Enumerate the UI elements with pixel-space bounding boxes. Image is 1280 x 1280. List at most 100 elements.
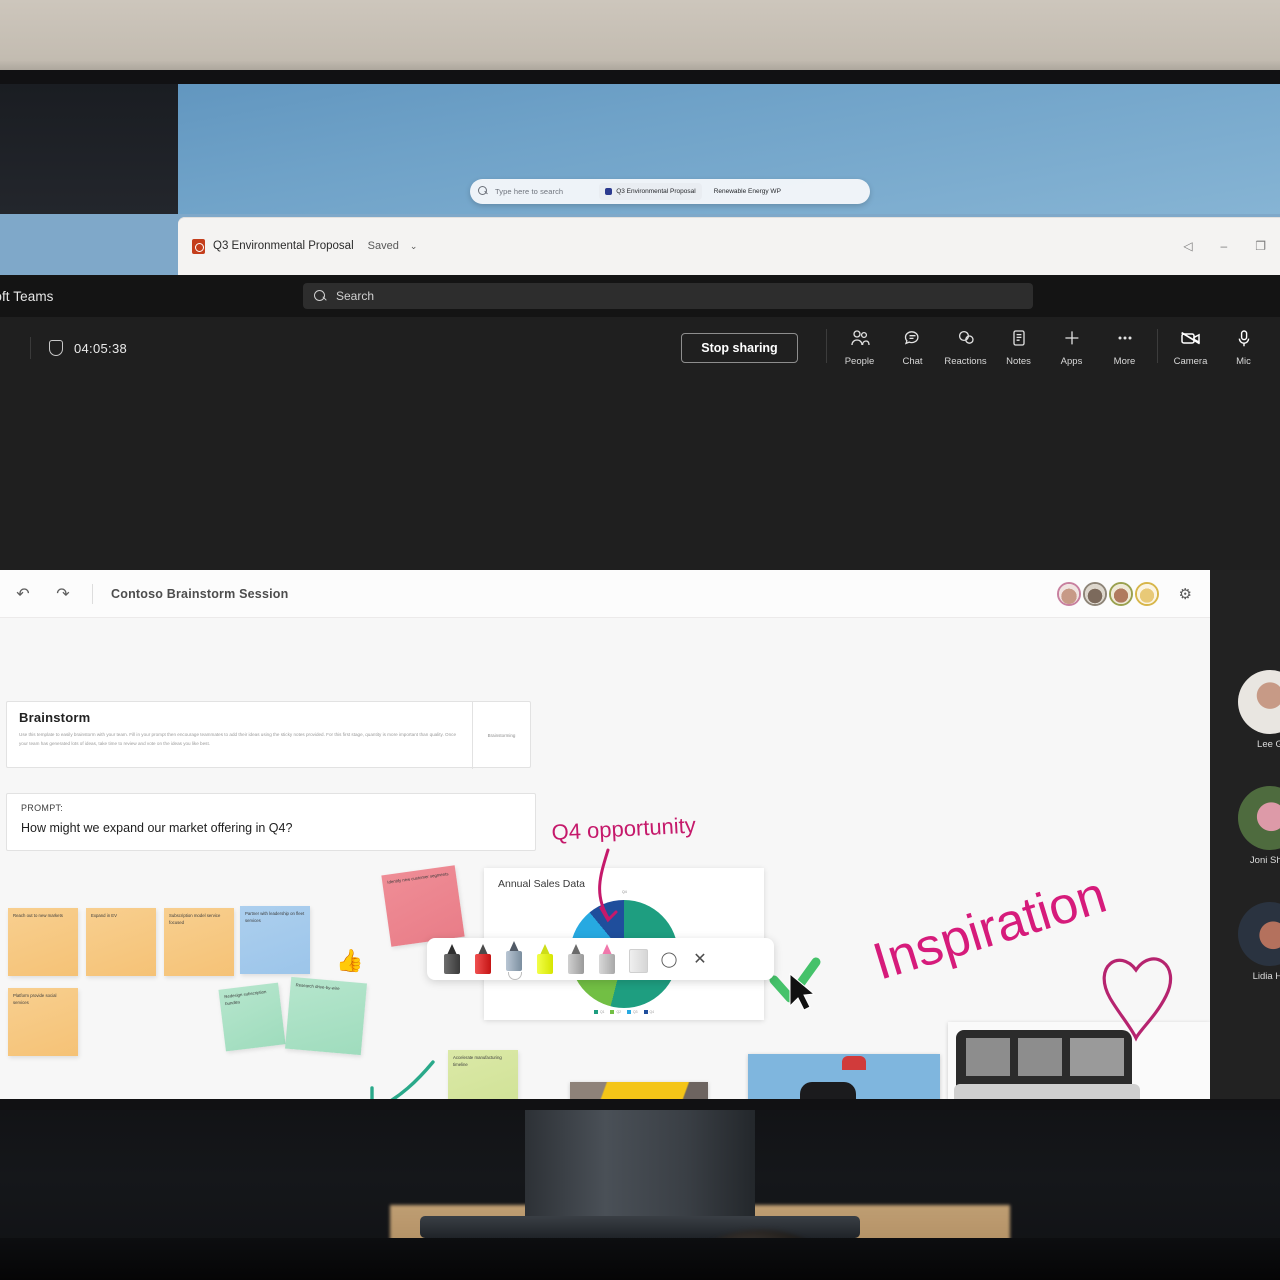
sticky-note[interactable]: Research drive-by-wire xyxy=(285,976,367,1056)
sticky-note[interactable]: Expand in EV xyxy=(86,908,156,976)
roster-name-0: Lee G xyxy=(1257,739,1280,750)
notes-button[interactable]: Notes xyxy=(992,325,1045,369)
legend-item: Q3 xyxy=(627,1010,638,1014)
desk-foreground xyxy=(0,1238,1280,1280)
avatar[interactable] xyxy=(1056,581,1081,606)
apps-button[interactable]: Apps xyxy=(1045,325,1098,369)
race-car-photo[interactable] xyxy=(748,1054,940,1099)
comments-icon[interactable]: ◁ xyxy=(1183,239,1192,253)
people-button[interactable]: People xyxy=(833,325,886,369)
camera-label: Camera xyxy=(1173,356,1208,367)
monitor-stand xyxy=(525,1110,755,1228)
mic-button[interactable]: Mic xyxy=(1217,325,1270,369)
close-toolbar-button[interactable]: ✕ xyxy=(687,949,713,969)
chat-label: Chat xyxy=(902,356,923,367)
highlighter-yellow[interactable] xyxy=(532,941,558,977)
tab-favicon-icon xyxy=(605,188,613,195)
legend-swatch xyxy=(643,1010,648,1014)
reactions-label: Reactions xyxy=(944,356,987,367)
minimize-icon[interactable]: – xyxy=(1221,239,1228,253)
thumbs-up-reaction: 👍 xyxy=(336,948,364,973)
sticky-note-text: Identify new customer segments xyxy=(386,871,449,885)
sticky-note-text: Expand in EV xyxy=(91,913,118,918)
camera-button[interactable]: Camera xyxy=(1164,325,1217,369)
roster-item-0[interactable]: Lee G xyxy=(1238,670,1280,750)
stop-sharing-button[interactable]: Stop sharing xyxy=(681,333,798,363)
legend-label: Q3 xyxy=(633,1010,638,1014)
undo-icon[interactable]: ↶ xyxy=(12,584,34,604)
roster-item-2[interactable]: Lidia Ho xyxy=(1238,902,1280,982)
pen-red[interactable] xyxy=(470,941,496,977)
more-label: More xyxy=(1113,356,1136,367)
windows-search-pill[interactable]: Type here to search Q3 Environmental Pro… xyxy=(470,179,870,204)
chevron-down-icon[interactable]: ⌄ xyxy=(410,241,418,252)
legend-item: Q4 xyxy=(643,1010,655,1014)
reactions-button[interactable]: Reactions xyxy=(939,325,992,369)
maximize-icon[interactable]: ❐ xyxy=(1255,239,1266,253)
chat-icon xyxy=(886,325,939,351)
eraser-tool[interactable] xyxy=(625,941,651,977)
office-window-titlebar: Q3 Environmental Proposal Saved ⌄ ◁ – ❐ xyxy=(178,217,1280,275)
green-check-mark xyxy=(769,957,821,1003)
legend-item: Q1 xyxy=(593,1010,604,1014)
pill-tab-label-0: Q3 Environmental Proposal xyxy=(616,188,696,195)
whiteboard-title: Contoso Brainstorm Session xyxy=(111,586,289,601)
sticky-note[interactable]: Partner with leadership on fleet service… xyxy=(240,906,310,974)
gear-icon[interactable]: ⚙ xyxy=(1179,585,1192,603)
sticky-note[interactable]: Platform provide social services xyxy=(8,988,78,1056)
brainstorm-template-card[interactable]: Brainstorm Use this template to easily b… xyxy=(6,701,531,769)
ink-annotation-inspiration: Inspiration xyxy=(867,866,1173,1042)
toolbar-divider xyxy=(826,329,827,363)
lasso-select-tool[interactable]: ◯ xyxy=(656,950,682,968)
more-button[interactable]: More xyxy=(1098,325,1151,369)
camera-off-icon xyxy=(1164,325,1217,351)
office-saved-status: Saved xyxy=(367,240,399,252)
search-icon xyxy=(478,186,489,197)
pen-gray[interactable] xyxy=(563,941,589,977)
monitor-bezel: Type here to search Q3 Environmental Pro… xyxy=(0,70,1280,1110)
toolbar-divider xyxy=(30,337,31,359)
shield-icon xyxy=(49,340,63,356)
redo-icon[interactable]: ↷ xyxy=(52,584,74,604)
people-icon xyxy=(833,325,886,351)
mic-label: Mic xyxy=(1236,356,1251,367)
toolbar-divider xyxy=(1157,329,1158,363)
pill-tab-0[interactable]: Q3 Environmental Proposal xyxy=(599,183,702,200)
prompt-card[interactable]: PROMPT: How might we expand our market o… xyxy=(6,793,536,851)
whiteboard-canvas[interactable]: Brainstorm Use this template to easily b… xyxy=(0,618,1210,1099)
scene: Type here to search Q3 Environmental Pro… xyxy=(0,0,1280,1280)
mouse-cursor xyxy=(789,972,816,1011)
sticky-note[interactable]: Redesign subscription bundles xyxy=(218,982,286,1052)
office-document-title: Q3 Environmental Proposal xyxy=(213,240,354,252)
sticky-note-text: Redesign subscription bundles xyxy=(224,989,267,1006)
more-ellipsis-icon xyxy=(1098,325,1151,351)
sticky-note[interactable]: Identify new customer segments xyxy=(381,865,465,947)
pill-tab-label-1: Renewable Energy WP xyxy=(713,188,781,195)
prompt-question: How might we expand our market offering … xyxy=(21,821,293,835)
windows-search-placeholder: Type here to search xyxy=(495,187,564,196)
pen-pink[interactable] xyxy=(594,941,620,977)
classic-wagon-photo[interactable] xyxy=(948,1022,1210,1099)
desktop-left-strip xyxy=(0,84,178,214)
sticky-note[interactable]: Accelerate manufacturing timeline xyxy=(448,1050,518,1099)
pen-black[interactable] xyxy=(439,941,465,977)
sticky-note[interactable]: Subscription model service focused xyxy=(164,908,234,976)
search-icon xyxy=(314,289,327,303)
avatar[interactable] xyxy=(1108,581,1133,606)
legend-item: Q2 xyxy=(610,1010,621,1014)
yellow-vintage-car-photo[interactable] xyxy=(570,1082,708,1099)
pill-tab-1[interactable]: Renewable Energy WP xyxy=(708,183,787,200)
chat-button[interactable]: Chat xyxy=(886,325,939,369)
pen-blue[interactable] xyxy=(501,938,527,980)
legend-label: Q4 xyxy=(649,1010,655,1014)
sticky-note[interactable]: Reach out to new markets xyxy=(8,908,78,976)
sticky-note-text: Platform provide social services xyxy=(13,993,57,1005)
roster-name-2: Lidia Ho xyxy=(1252,971,1280,982)
avatar[interactable] xyxy=(1082,581,1107,606)
teams-search-input[interactable]: Search xyxy=(303,283,1033,309)
green-arrow xyxy=(370,1060,435,1099)
avatar[interactable] xyxy=(1134,581,1159,606)
meeting-actions: People Chat Reactions Notes Apps More Ca… xyxy=(820,325,1270,369)
reactions-icon xyxy=(939,325,992,351)
roster-item-1[interactable]: Joni Sher xyxy=(1238,786,1280,866)
